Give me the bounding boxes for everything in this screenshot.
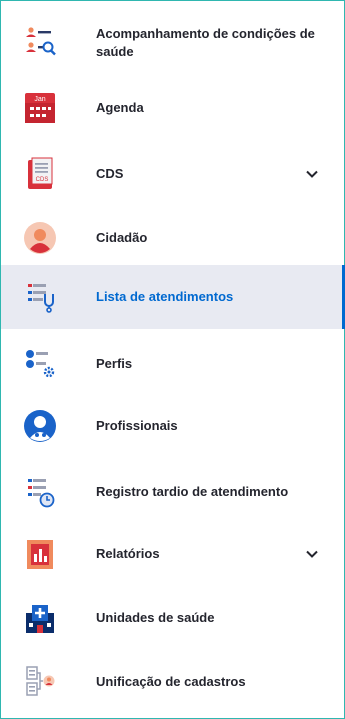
cds-icon-text: CDS: [36, 177, 49, 183]
menu-item-label: Lista de atendimentos: [96, 289, 234, 304]
menu-item-cds[interactable]: CDS CDS: [1, 149, 344, 199]
reports-icon: [23, 537, 57, 571]
menu-item-agenda[interactable]: Jan Agenda: [1, 83, 344, 133]
late-record-icon: [23, 475, 57, 509]
menu-item-label: Agenda: [96, 100, 144, 115]
side-menu: Acompanhamento de condições de saúde Jan…: [0, 0, 345, 719]
chevron-down-icon[interactable]: [305, 547, 319, 561]
menu-item-label: Registro tardio de atendimento: [96, 484, 289, 499]
menu-item-label: Unidades de saúde: [96, 610, 215, 625]
menu-item-label: Profissionais: [96, 418, 178, 433]
calendar-icon: Jan: [23, 91, 57, 125]
citizen-icon: [23, 221, 57, 255]
menu-item-perfis[interactable]: Perfis: [1, 339, 344, 389]
profiles-icon: [23, 347, 57, 381]
calendar-month-text: Jan: [34, 96, 45, 103]
professionals-icon: [23, 409, 57, 443]
menu-item-label: Acompanhamento de condições de saúde: [96, 26, 315, 59]
menu-item-label: Relatórios: [96, 546, 160, 561]
menu-item-unidades-saude[interactable]: Unidades de saúde: [1, 593, 344, 643]
menu-item-profissionais[interactable]: Profissionais: [1, 401, 344, 451]
health-units-icon: [23, 601, 57, 635]
menu-item-acompanhamento[interactable]: Acompanhamento de condições de saúde: [1, 15, 344, 65]
menu-item-registro-tardio[interactable]: Registro tardio de atendimento: [1, 467, 344, 517]
chevron-down-icon[interactable]: [305, 167, 319, 181]
records-unification-icon: [23, 665, 57, 699]
menu-item-unificacao-cadastros[interactable]: Unificação de cadastros: [1, 657, 344, 707]
menu-item-lista-atendimentos[interactable]: Lista de atendimentos: [1, 265, 345, 329]
health-monitoring-icon: [23, 23, 57, 57]
menu-item-label: Perfis: [96, 356, 133, 371]
menu-item-label: CDS: [96, 166, 124, 181]
cds-document-icon: CDS: [23, 157, 57, 191]
menu-item-label: Cidadão: [96, 230, 148, 245]
attendance-list-icon: [23, 280, 57, 314]
menu-item-relatorios[interactable]: Relatórios: [1, 529, 344, 579]
menu-item-cidadao[interactable]: Cidadão: [1, 213, 344, 263]
menu-item-label: Unificação de cadastros: [96, 674, 246, 689]
